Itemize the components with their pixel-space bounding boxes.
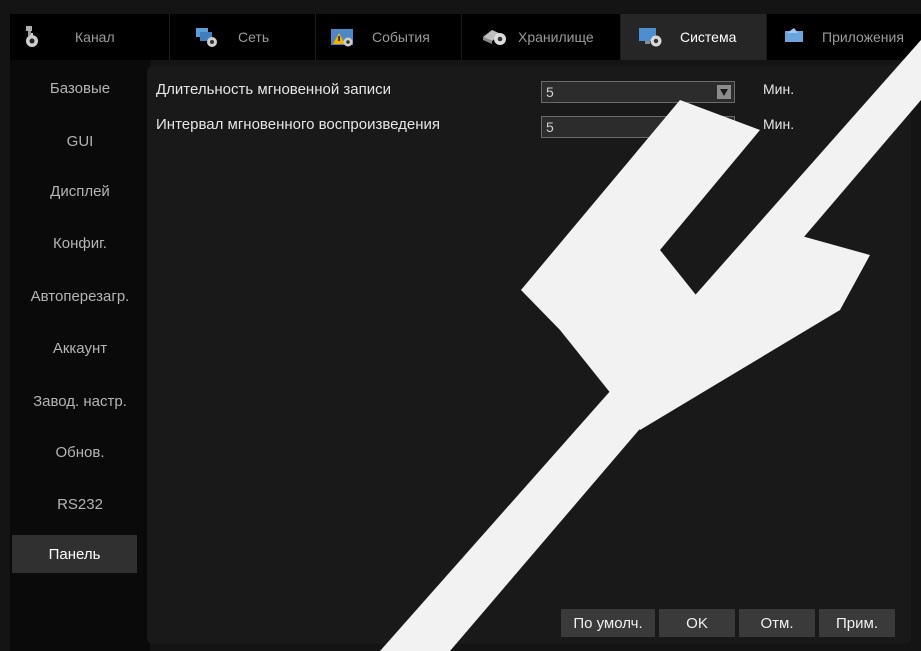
sidebar-item-rs232[interactable]: RS232	[10, 487, 150, 521]
app-window: Канал Сеть События Хранилище Система При…	[0, 0, 921, 651]
instant-playback-interval-label: Интервал мгновенного воспроизведения	[156, 116, 441, 133]
sidebar-item-auto-reboot[interactable]: Автоперезагр.	[10, 279, 150, 313]
tab-applications[interactable]: Приложения	[767, 14, 921, 60]
monitor-gear-icon	[639, 28, 662, 47]
chevron-down-icon[interactable]	[717, 120, 731, 134]
sidebar-item-panel[interactable]: Панель	[12, 535, 137, 573]
unit-label: Мин.	[763, 81, 795, 97]
tab-events[interactable]: События	[316, 14, 462, 60]
sidebar-item-factory-reset[interactable]: Завод. настр.	[10, 384, 150, 418]
select-value: 5	[546, 84, 554, 100]
tab-label: Система	[680, 29, 737, 45]
network-gear-icon	[196, 28, 217, 47]
tab-storage[interactable]: Хранилище	[462, 14, 621, 60]
cancel-button[interactable]: Отм.	[739, 609, 815, 637]
tab-label: Сеть	[238, 29, 270, 45]
camera-gear-icon	[26, 26, 38, 47]
sidebar: Базовые GUI Дисплей Конфиг. Автоперезагр…	[10, 60, 150, 651]
sidebar-item-basic[interactable]: Базовые	[10, 71, 150, 105]
tab-channel[interactable]: Канал	[10, 14, 170, 60]
app-icon	[785, 28, 803, 42]
sidebar-item-update[interactable]: Обнов.	[10, 435, 150, 469]
tab-label: Приложения	[822, 29, 904, 45]
sidebar-item-display[interactable]: Дисплей	[10, 174, 150, 208]
sidebar-item-config[interactable]: Конфиг.	[10, 226, 150, 260]
settings-panel: Длительность мгновенной записи 5 Мин. Ин…	[147, 66, 911, 644]
instant-record-duration-label: Длительность мгновенной записи	[156, 81, 391, 98]
storage-gear-icon	[483, 30, 506, 45]
tab-network[interactable]: Сеть	[170, 14, 316, 60]
tab-label: Хранилище	[518, 29, 594, 45]
top-tab-bar: Канал Сеть События Хранилище Система При…	[10, 14, 921, 60]
tab-label: Канал	[75, 29, 115, 45]
tab-system[interactable]: Система	[621, 14, 767, 60]
default-button[interactable]: По умолч.	[561, 609, 655, 637]
unit-label: Мин.	[763, 116, 795, 132]
apply-button[interactable]: Прим.	[819, 609, 895, 637]
select-value: 5	[546, 119, 554, 135]
instant-playback-interval-select[interactable]: 5	[541, 116, 735, 138]
ok-button[interactable]: OK	[659, 609, 735, 637]
chevron-down-icon[interactable]	[717, 85, 731, 99]
tab-label: События	[372, 29, 430, 45]
instant-record-duration-select[interactable]: 5	[541, 81, 735, 103]
sidebar-item-account[interactable]: Аккаунт	[10, 331, 150, 365]
warning-gear-icon	[331, 29, 353, 47]
sidebar-item-gui[interactable]: GUI	[10, 124, 150, 158]
